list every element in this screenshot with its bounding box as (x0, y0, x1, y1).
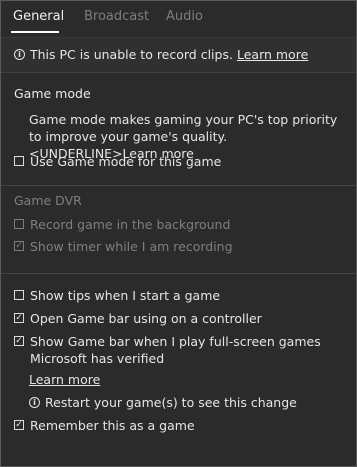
open-gamebar-label: Open Game bar using on a controller (30, 311, 262, 326)
info-icon: i (14, 49, 25, 60)
show-tips-checkbox[interactable]: Show tips when I start a game (14, 287, 220, 304)
warning-text: This PC is unable to record clips. (30, 47, 233, 62)
remember-game-checkbox[interactable]: ✓ Remember this as a game (14, 417, 195, 434)
record-warning-banner: i This PC is unable to record clips. Lea… (1, 37, 356, 73)
restart-notice-row: i Restart your game(s) to see this chang… (29, 395, 297, 410)
use-game-mode-label: Use Game mode for this game (30, 154, 222, 169)
tab-bar: General Broadcast Audio (1, 1, 356, 35)
warning-row: i This PC is unable to record clips. Lea… (14, 47, 308, 62)
game-bar-settings-window: General Broadcast Audio i This PC is una… (0, 0, 357, 467)
tab-general[interactable]: General (13, 9, 64, 24)
open-gamebar-checkbox[interactable]: ✓ Open Game bar using on a controller (14, 310, 262, 327)
tab-audio[interactable]: Audio (166, 9, 203, 24)
show-timer-checkbox: ✓ Show timer while I am recording (14, 238, 233, 255)
checkbox-checked-icon[interactable]: ✓ (14, 420, 24, 430)
tab-broadcast[interactable]: Broadcast (84, 9, 149, 24)
section-divider (1, 273, 356, 274)
game-mode-title: Game mode (14, 86, 91, 101)
checkbox-checked-icon[interactable]: ✓ (14, 313, 24, 323)
learn-more-link[interactable]: Learn more (237, 47, 308, 62)
learn-more-link[interactable]: Learn more (29, 372, 100, 387)
show-gamebar-fullscreen-checkbox[interactable]: ✓ Show Game bar when I play full-screen … (14, 333, 344, 367)
section-divider (1, 185, 356, 186)
fullscreen-learn-more-row: Learn more (29, 372, 100, 387)
remember-game-label: Remember this as a game (30, 418, 195, 433)
game-dvr-title: Game DVR (14, 193, 82, 208)
show-timer-label: Show timer while I am recording (30, 239, 233, 254)
record-background-label: Record game in the background (30, 217, 231, 232)
restart-notice-text: Restart your game(s) to see this change (45, 395, 297, 410)
show-gamebar-fullscreen-label: Show Game bar when I play full-screen ga… (30, 334, 321, 366)
show-tips-label: Show tips when I start a game (30, 288, 221, 303)
active-tab-indicator (11, 31, 59, 33)
checkbox-checked-icon[interactable]: ✓ (14, 336, 24, 346)
checkbox-unchecked-icon (14, 219, 24, 229)
record-background-checkbox: Record game in the background (14, 216, 230, 233)
checkbox-checked-icon: ✓ (14, 241, 24, 251)
use-game-mode-checkbox[interactable]: Use Game mode for this game (14, 153, 221, 170)
info-icon: i (29, 397, 40, 408)
checkbox-unchecked-icon[interactable] (14, 156, 24, 166)
checkbox-unchecked-icon[interactable] (14, 290, 24, 300)
